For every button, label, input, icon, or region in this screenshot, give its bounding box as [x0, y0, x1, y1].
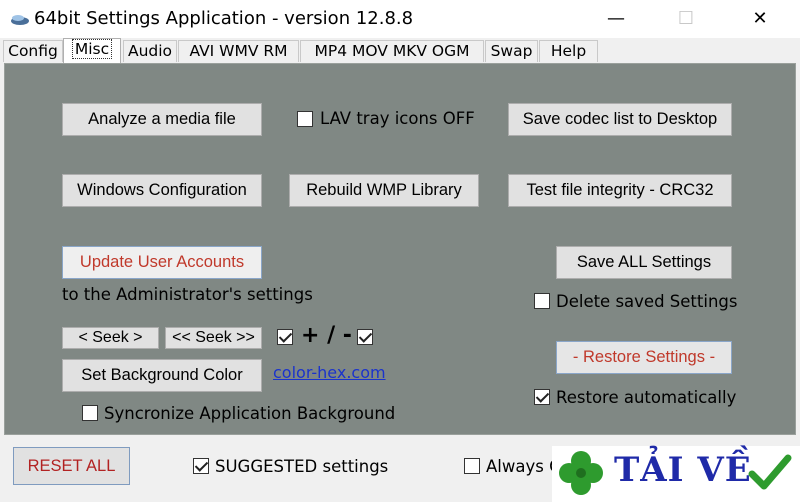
save-all-settings-button[interactable]: Save ALL Settings: [556, 246, 732, 279]
windows-configuration-button[interactable]: Windows Configuration: [62, 174, 262, 207]
seek-fast-button[interactable]: << Seek >>: [165, 327, 262, 349]
seek-button[interactable]: < Seek >: [62, 327, 159, 349]
always-label: Always C: [486, 457, 561, 476]
restore-automatically-checkbox[interactable]: [534, 389, 550, 405]
sync-background-label: Syncronize Application Background: [104, 404, 396, 423]
tab-misc[interactable]: Misc: [63, 38, 121, 63]
always-checkbox[interactable]: [464, 458, 480, 474]
suggested-settings-checkbox[interactable]: [193, 458, 209, 474]
watermark: TẢI VỀ: [552, 446, 800, 502]
analyze-media-button[interactable]: Analyze a media file: [62, 103, 262, 136]
test-file-integrity-button[interactable]: Test file integrity - CRC32: [508, 174, 732, 207]
administrator-settings-note: to the Administrator's settings: [62, 285, 313, 304]
color-hex-link[interactable]: color-hex.com: [273, 363, 386, 382]
clover-icon: [559, 451, 603, 495]
set-background-color-button[interactable]: Set Background Color: [62, 359, 262, 392]
plus-minus-label: + / -: [301, 323, 352, 348]
rebuild-wmp-library-button[interactable]: Rebuild WMP Library: [289, 174, 479, 207]
tab-audio[interactable]: Audio: [123, 40, 177, 62]
minus-checkbox[interactable]: [357, 329, 373, 345]
lav-tray-checkbox[interactable]: [297, 111, 313, 127]
watermark-text: TẢI VỀ: [614, 450, 752, 490]
update-user-accounts-button[interactable]: Update User Accounts: [62, 246, 262, 279]
tab-config[interactable]: Config: [3, 40, 63, 62]
restore-automatically-label: Restore automatically: [556, 388, 737, 407]
checkmark-icon: [748, 454, 792, 490]
window-title: 64bit Settings Application - version 12.…: [34, 8, 414, 29]
tab-mp4-mov-mkv-ogm[interactable]: MP4 MOV MKV OGM: [300, 40, 484, 62]
tab-strip: Config Misc Audio AVI WMV RM MP4 MOV MKV…: [0, 38, 800, 63]
misc-panel: Analyze a media file LAV tray icons OFF …: [4, 63, 796, 435]
tab-misc-label: Misc: [71, 39, 113, 59]
tab-swap[interactable]: Swap: [485, 40, 538, 62]
app-icon: [11, 15, 29, 25]
tab-avi-wmv-rm[interactable]: AVI WMV RM: [178, 40, 299, 62]
tab-help[interactable]: Help: [539, 40, 598, 62]
reset-all-button[interactable]: RESET ALL: [13, 447, 130, 485]
delete-saved-settings-checkbox[interactable]: [534, 293, 550, 309]
restore-settings-button[interactable]: - Restore Settings -: [556, 341, 732, 374]
minimize-button[interactable]: —: [592, 0, 640, 38]
suggested-settings-label: SUGGESTED settings: [215, 457, 389, 476]
plus-checkbox[interactable]: [277, 329, 293, 345]
delete-saved-settings-label: Delete saved Settings: [556, 292, 738, 311]
title-bar: 64bit Settings Application - version 12.…: [0, 0, 800, 38]
lav-tray-label: LAV tray icons OFF: [320, 109, 475, 128]
close-button[interactable]: ✕: [736, 0, 784, 38]
maximize-button[interactable]: ☐: [662, 0, 710, 38]
sync-background-checkbox[interactable]: [82, 405, 98, 421]
save-codec-list-button[interactable]: Save codec list to Desktop: [508, 103, 732, 136]
